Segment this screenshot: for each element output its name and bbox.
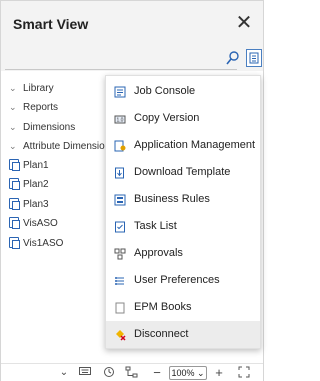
chevron-down-icon: ⌄: [9, 141, 17, 151]
download-template-icon: [115, 167, 124, 179]
menu-item-task-list[interactable]: Task List: [106, 213, 260, 240]
tree-folder[interactable]: ⌄ Library: [9, 79, 54, 97]
zoom-select[interactable]: 100% ⌄: [169, 366, 207, 380]
hierarchy-icon[interactable]: [125, 366, 139, 380]
menu-item-epm-books[interactable]: EPM Books: [106, 294, 260, 321]
cube-icon: [9, 178, 20, 190]
clock-icon[interactable]: [103, 366, 115, 380]
tree-folder[interactable]: ⌄ Attribute Dimensions: [9, 137, 115, 155]
epm-books-icon: [115, 302, 125, 314]
panel-title: Smart View: [13, 16, 89, 32]
keyboard-icon[interactable]: [79, 366, 91, 380]
menu-toggle-icon[interactable]: [246, 49, 262, 67]
zoom-in-icon[interactable]: +: [213, 366, 225, 380]
actions-menu: Job Console 1.0 Copy Version Application…: [105, 75, 261, 349]
cube-icon: [9, 217, 20, 229]
menu-item-copy-version[interactable]: 1.0 Copy Version: [106, 105, 260, 132]
status-bar: ⌄ − 100% ⌄ +: [1, 363, 263, 381]
chevron-down-icon[interactable]: ⌄: [59, 366, 69, 380]
approvals-icon: [114, 248, 126, 260]
search-input[interactable]: [5, 69, 237, 70]
menu-item-disconnect[interactable]: Disconnect: [106, 321, 260, 348]
tree-plan[interactable]: Plan3: [9, 196, 49, 214]
menu-item-approvals[interactable]: Approvals: [106, 240, 260, 267]
chevron-down-icon: ⌄: [9, 102, 17, 112]
job-console-icon: [114, 86, 126, 98]
tree-folder[interactable]: ⌄ Reports: [9, 98, 58, 116]
chevron-down-icon: ⌄: [9, 122, 17, 132]
disconnect-icon: [116, 330, 126, 341]
panel-header: Smart View ✕: [1, 1, 263, 49]
menu-item-user-preferences[interactable]: User Preferences: [106, 267, 260, 294]
tree-plan[interactable]: VisASO: [9, 215, 58, 233]
cube-icon: [9, 237, 20, 249]
zoom-out-icon[interactable]: −: [151, 366, 163, 380]
menu-item-business-rules[interactable]: Business Rules: [106, 186, 260, 213]
chevron-down-icon: ⌄: [9, 83, 17, 93]
application-management-icon: [114, 140, 126, 152]
tree-folder[interactable]: ⌄ Dimensions: [9, 118, 75, 136]
menu-item-application-management[interactable]: Application Management: [106, 132, 260, 159]
close-icon[interactable]: ✕: [233, 13, 255, 35]
user-preferences-icon: [115, 277, 124, 285]
menu-item-download-template[interactable]: Download Template: [106, 159, 260, 186]
tree-plan[interactable]: Vis1ASO: [9, 235, 63, 253]
copy-version-icon: 1.0: [114, 115, 126, 124]
menu-item-job-console[interactable]: Job Console: [106, 78, 260, 105]
tree-plan[interactable]: Plan2: [9, 176, 49, 194]
business-rules-icon: [114, 194, 126, 206]
smart-view-panel: Smart View ✕ ⌄ Library ⌄ Reports ⌄ Dimensio…: [0, 0, 264, 381]
task-list-icon: [115, 221, 125, 233]
search-bar: [1, 49, 263, 71]
chevron-down-icon: ⌄: [197, 368, 205, 378]
tree-plan[interactable]: Plan1: [9, 157, 49, 175]
fit-to-screen-icon[interactable]: [237, 366, 251, 380]
svg-text:1.0: 1.0: [117, 118, 124, 124]
cube-icon: [9, 198, 20, 210]
search-icon[interactable]: [225, 50, 241, 66]
zoom-value: 100%: [171, 368, 195, 378]
cube-icon: [9, 159, 20, 171]
